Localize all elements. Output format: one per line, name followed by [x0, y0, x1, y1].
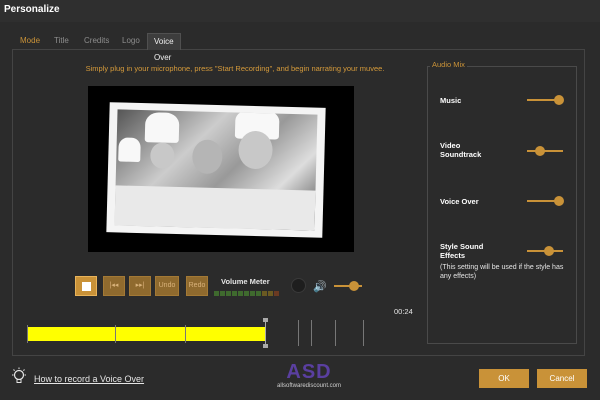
watermark-text: ASD — [286, 361, 332, 383]
tab-voice-over[interactable]: Voice Over — [147, 33, 181, 62]
tab-title[interactable]: Title — [54, 33, 69, 49]
style-sound-effects-slider-handle[interactable] — [543, 246, 554, 256]
ok-button[interactable]: OK — [479, 369, 529, 388]
stop-icon — [82, 282, 91, 291]
help-link[interactable]: How to record a Voice Over — [34, 374, 144, 384]
redo-button[interactable]: Redo — [186, 276, 208, 296]
tab-credits[interactable]: Credits — [84, 33, 109, 49]
tab-mode[interactable]: Mode — [20, 33, 40, 49]
chef-photo — [114, 109, 318, 231]
undo-label: Undo — [158, 282, 176, 289]
lightbulb-icon — [12, 367, 26, 383]
watermark-url: allsoftwarediscount.com — [276, 383, 342, 389]
title-bar: Personalize — [0, 0, 600, 22]
stop-button[interactable] — [75, 276, 97, 296]
record-button[interactable] — [291, 278, 306, 293]
volume-slider-handle[interactable] — [348, 281, 359, 291]
voice-over-label: Voice Over — [440, 197, 479, 206]
cancel-button[interactable]: Cancel — [537, 369, 587, 388]
video-soundtrack-slider-handle[interactable] — [534, 146, 545, 156]
watermark-logo: ASD allsoftwarediscount.com — [244, 362, 374, 390]
video-soundtrack-slider[interactable] — [527, 150, 563, 152]
rewind-icon: |◂◂ — [109, 282, 119, 289]
video-soundtrack-label: Video Soundtrack — [440, 141, 482, 159]
time-display: 00:24 — [394, 307, 413, 316]
volume-meter-label: Volume Meter — [221, 277, 270, 286]
forward-icon: ▸▸| — [135, 282, 145, 289]
music-label: Music — [440, 96, 462, 105]
audio-mix-title: Audio Mix — [430, 60, 467, 69]
style-sound-effects-label: Style Sound Effects — [440, 242, 484, 260]
window-title: Personalize — [4, 4, 60, 15]
recording-timeline[interactable] — [27, 318, 417, 348]
timeline-playhead[interactable] — [263, 318, 268, 348]
preview-photo — [106, 102, 326, 238]
speaker-icon: 🔊 — [313, 281, 327, 293]
tab-logo[interactable]: Logo — [122, 33, 140, 49]
redo-label: Redo — [188, 282, 206, 289]
forward-button[interactable]: ▸▸| — [129, 276, 151, 296]
undo-button[interactable]: Undo — [155, 276, 179, 296]
sound-effects-note: (This setting will be used if the style … — [440, 264, 564, 280]
instruction-text: Simply plug in your microphone, press "S… — [85, 64, 385, 73]
rewind-button[interactable]: |◂◂ — [103, 276, 125, 296]
recorded-segment — [27, 327, 265, 341]
